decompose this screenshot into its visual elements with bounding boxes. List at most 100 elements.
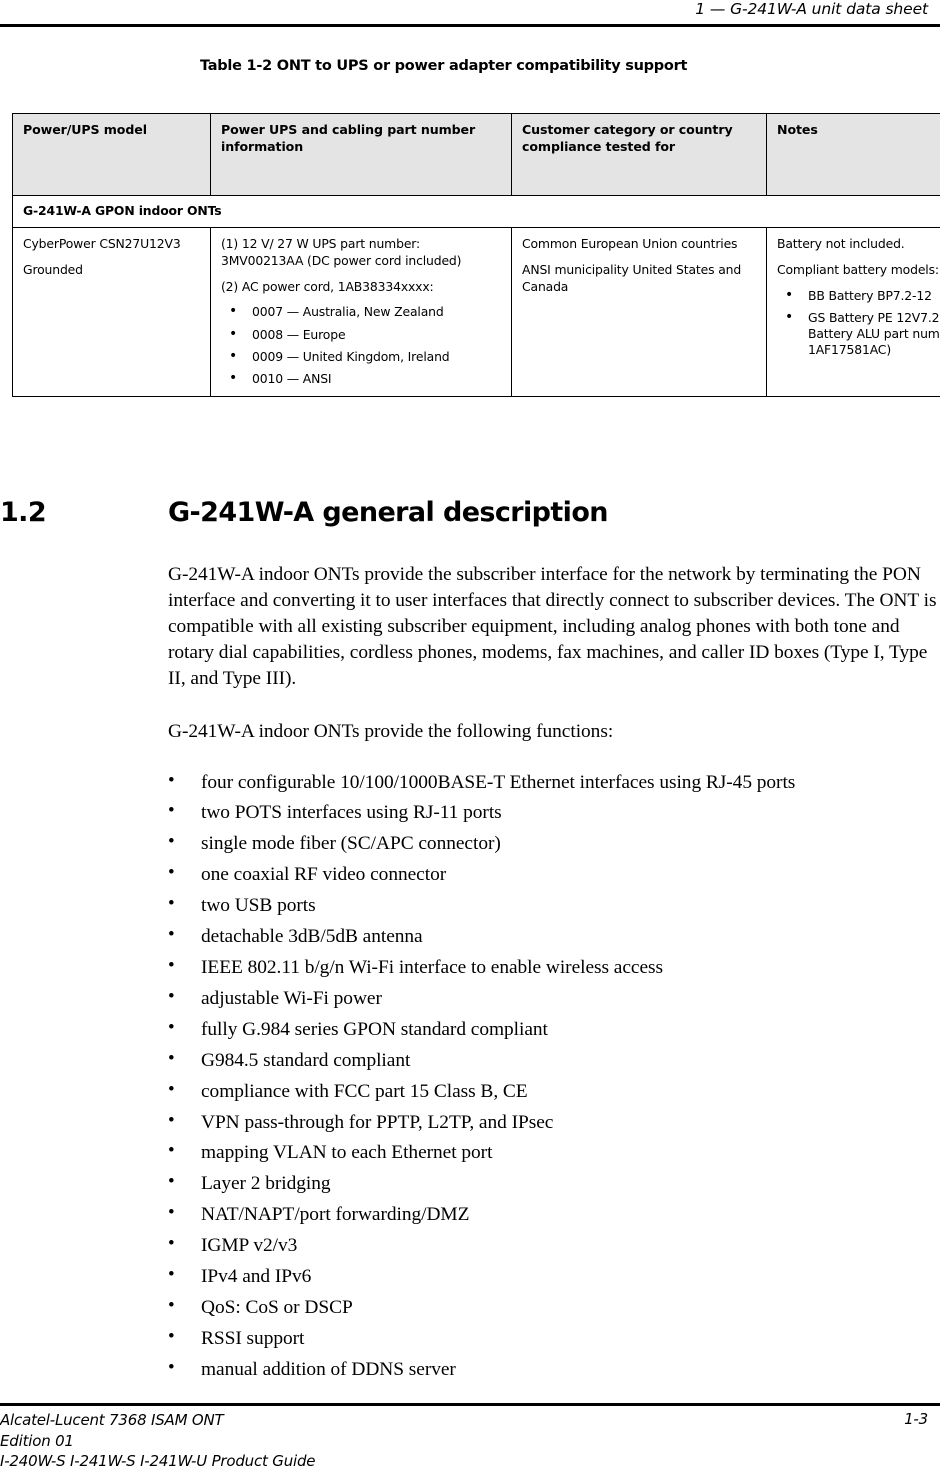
notes-battery-not-included: Battery not included.	[777, 235, 905, 251]
list-item-label: G984.5 standard compliant	[201, 1049, 411, 1071]
list-item-label: adjustable Wi-Fi power	[201, 987, 382, 1009]
feature-list: • four configurable 10/100/1000BASE-T Eth…	[168, 769, 940, 1380]
bullet-icon: •	[168, 1294, 175, 1316]
list-item-label: IEEE 802.11 b/g/n Wi-Fi interface to ena…	[201, 957, 664, 978]
page-footer: Alcatel-Lucent 7368 ISAM ONT Edition 01 …	[0, 1385, 940, 1477]
page-header: 1 — G-241W-A unit data sheet	[0, 0, 940, 36]
cell-notes: Battery not included. Compliant battery …	[766, 226, 940, 397]
model-name: CyberPower CSN27U12V3	[23, 235, 181, 251]
list-item-label: 0008 — Europe	[252, 326, 346, 342]
bullet-icon: •	[168, 1264, 175, 1286]
list-item: • mapping VLAN to each Ethernet port	[168, 1140, 940, 1164]
bullet-icon: •	[168, 1202, 175, 1224]
list-item: • 0010 — ANSI	[221, 370, 502, 387]
list-item: • fully G.984 series GPON standard compli…	[168, 1016, 940, 1039]
column-header-notes: Notes	[766, 113, 940, 196]
list-item-label: two POTS interfaces using RJ-11 ports	[201, 802, 502, 824]
list-item: • IGMP v2/v3	[168, 1233, 940, 1257]
bullet-icon: •	[229, 325, 238, 342]
footer-product-name: Alcatel-Lucent 7368 ISAM ONT	[0, 1411, 224, 1429]
bullet-icon: •	[168, 1356, 175, 1378]
list-item: • four configurable 10/100/1000BASE-T Eth…	[168, 769, 940, 793]
list-item-label: IPv4 and IPv6	[201, 1266, 312, 1288]
list-item-label: NAT/NAPT/port forwarding/DMZ	[201, 1204, 470, 1226]
bullet-icon: •	[168, 893, 175, 915]
list-item-label: 0010 — ANSI	[252, 370, 332, 386]
list-item: • BB Battery BP7.2-12	[777, 286, 940, 304]
cell-part-number-information: (1) 12 V/ 27 W UPS part number: 3MV00213…	[210, 226, 512, 397]
bullet-icon: •	[168, 924, 175, 946]
list-item-label: VPN pass-through for PPTP, L2TP, and IPs…	[201, 1111, 554, 1133]
list-item: • Layer 2 bridging	[168, 1171, 940, 1195]
list-item: • QoS: CoS or DSCP	[168, 1294, 940, 1318]
list-item-label: IGMP v2/v3	[201, 1235, 298, 1257]
table-group-label: G-241W-A GPON indoor ONTs	[12, 195, 940, 228]
list-item: • one coaxial RF video connector	[168, 863, 940, 884]
list-item: • manual addition of DDNS server	[168, 1356, 940, 1379]
bullet-icon: •	[229, 303, 238, 320]
bullet-icon: •	[168, 1233, 175, 1255]
list-item-label: 0009 — United Kingdom, Ireland	[252, 348, 450, 364]
bullet-icon: •	[168, 955, 175, 976]
table-group-row: G-241W-A GPON indoor ONTs	[12, 195, 940, 228]
table-header: Power/UPS model Power UPS and cabling pa…	[12, 113, 940, 196]
list-item: • single mode fiber (SC/APC connector)	[168, 831, 940, 853]
column-header-part-number-information: Power UPS and cabling part number inform…	[210, 113, 512, 196]
list-item: • adjustable Wi-Fi power	[168, 985, 940, 1009]
list-item: • VPN pass-through for PPTP, L2TP, and IP…	[168, 1111, 940, 1133]
functions-lead-in: G-241W-A indoor ONTs provide the followi…	[168, 721, 614, 743]
list-item-label: mapping VLAN to each Ethernet port	[201, 1142, 493, 1164]
footer-edition: Edition 01	[0, 1431, 74, 1450]
notes-compliant-models-label: Compliant battery models:	[777, 261, 939, 277]
section-number: 1.2	[0, 497, 47, 528]
bullet-icon: •	[168, 1016, 175, 1038]
bullet-icon: •	[168, 985, 175, 1007]
bullet-icon: •	[168, 1047, 175, 1069]
list-item-label: detachable 3dB/5dB antenna	[201, 926, 423, 948]
list-item: • G984.5 standard compliant	[168, 1047, 940, 1071]
bullet-icon: •	[168, 1140, 175, 1162]
bullet-icon: •	[168, 800, 175, 822]
page-number: 1-3	[904, 1410, 928, 1428]
bullet-icon: •	[168, 831, 175, 853]
list-item: • compliance with FCC part 15 Class B, CE	[168, 1078, 940, 1101]
footer-guide-title: I-240W-S I-241W-S I-241W-U Product Guide	[0, 1452, 316, 1471]
bullet-icon: •	[785, 308, 794, 325]
column-header-power-ups-model: Power/UPS model	[12, 113, 211, 196]
table-body: G-241W-A GPON indoor ONTs CyberPower CSN…	[12, 195, 940, 397]
page-title: G-241W-A general description	[168, 497, 609, 528]
list-item: • detachable 3dB/5dB antenna	[168, 924, 940, 948]
list-item: • NAT/NAPT/port forwarding/DMZ	[168, 1202, 940, 1226]
part-cord-variant-list: • 0007 — Australia, New Zealand • 0008 — E…	[221, 303, 502, 387]
list-item-label: 0007 — Australia, New Zealand	[252, 304, 444, 320]
cell-power-ups-model: CyberPower CSN27U12V3 Grounded	[12, 226, 211, 397]
body-content: G-241W-A indoor ONTs provide the subscri…	[168, 562, 940, 1391]
bullet-icon: •	[785, 286, 794, 303]
list-item-label: RSSI support	[201, 1327, 305, 1349]
list-item-label: BB Battery BP7.2-12	[808, 287, 932, 303]
cell-customer-category: Common European Union countries ANSI mun…	[511, 226, 767, 397]
running-head: 1 — G-241W-A unit data sheet	[695, 0, 928, 18]
bullet-icon: •	[168, 769, 175, 791]
category-eu: Common European Union countries	[522, 235, 738, 251]
ups-compatibility-table: Power/UPS model Power UPS and cabling pa…	[12, 113, 940, 397]
list-item: • two USB ports	[168, 893, 940, 917]
list-item-label: four configurable 10/100/1000BASE-T Ethe…	[201, 771, 796, 793]
list-item: • two POTS interfaces using RJ-11 ports	[168, 800, 940, 824]
table-row: CyberPower CSN27U12V3 Grounded (1) 12 V/…	[12, 226, 940, 397]
list-item-label: Layer 2 bridging	[201, 1173, 331, 1195]
list-item: • 0008 — Europe	[221, 325, 502, 343]
footer-document-info: Alcatel-Lucent 7368 ISAM ONT Edition 01 …	[0, 1410, 316, 1472]
part-ac-power-cord: (2) AC power cord, 1AB38334xxxx:	[221, 278, 434, 294]
list-item: • 0007 — Australia, New Zealand	[221, 303, 502, 320]
list-item: • RSSI support	[168, 1327, 940, 1349]
bullet-icon: •	[168, 1171, 175, 1193]
notes-battery-model-list: • BB Battery BP7.2-12 • GS Battery PE 12V7…	[777, 286, 940, 359]
list-item-label: QoS: CoS or DSCP	[201, 1296, 353, 1318]
table-header-row: Power/UPS model Power UPS and cabling pa…	[12, 113, 940, 196]
list-item-label: two USB ports	[201, 895, 316, 917]
list-item-label: GS Battery PE 12V7.2 (ANSI GS Battery AL…	[808, 309, 940, 357]
bullet-icon: •	[229, 347, 238, 364]
bullet-icon: •	[168, 1078, 175, 1100]
list-item: • IPv4 and IPv6	[168, 1264, 940, 1288]
